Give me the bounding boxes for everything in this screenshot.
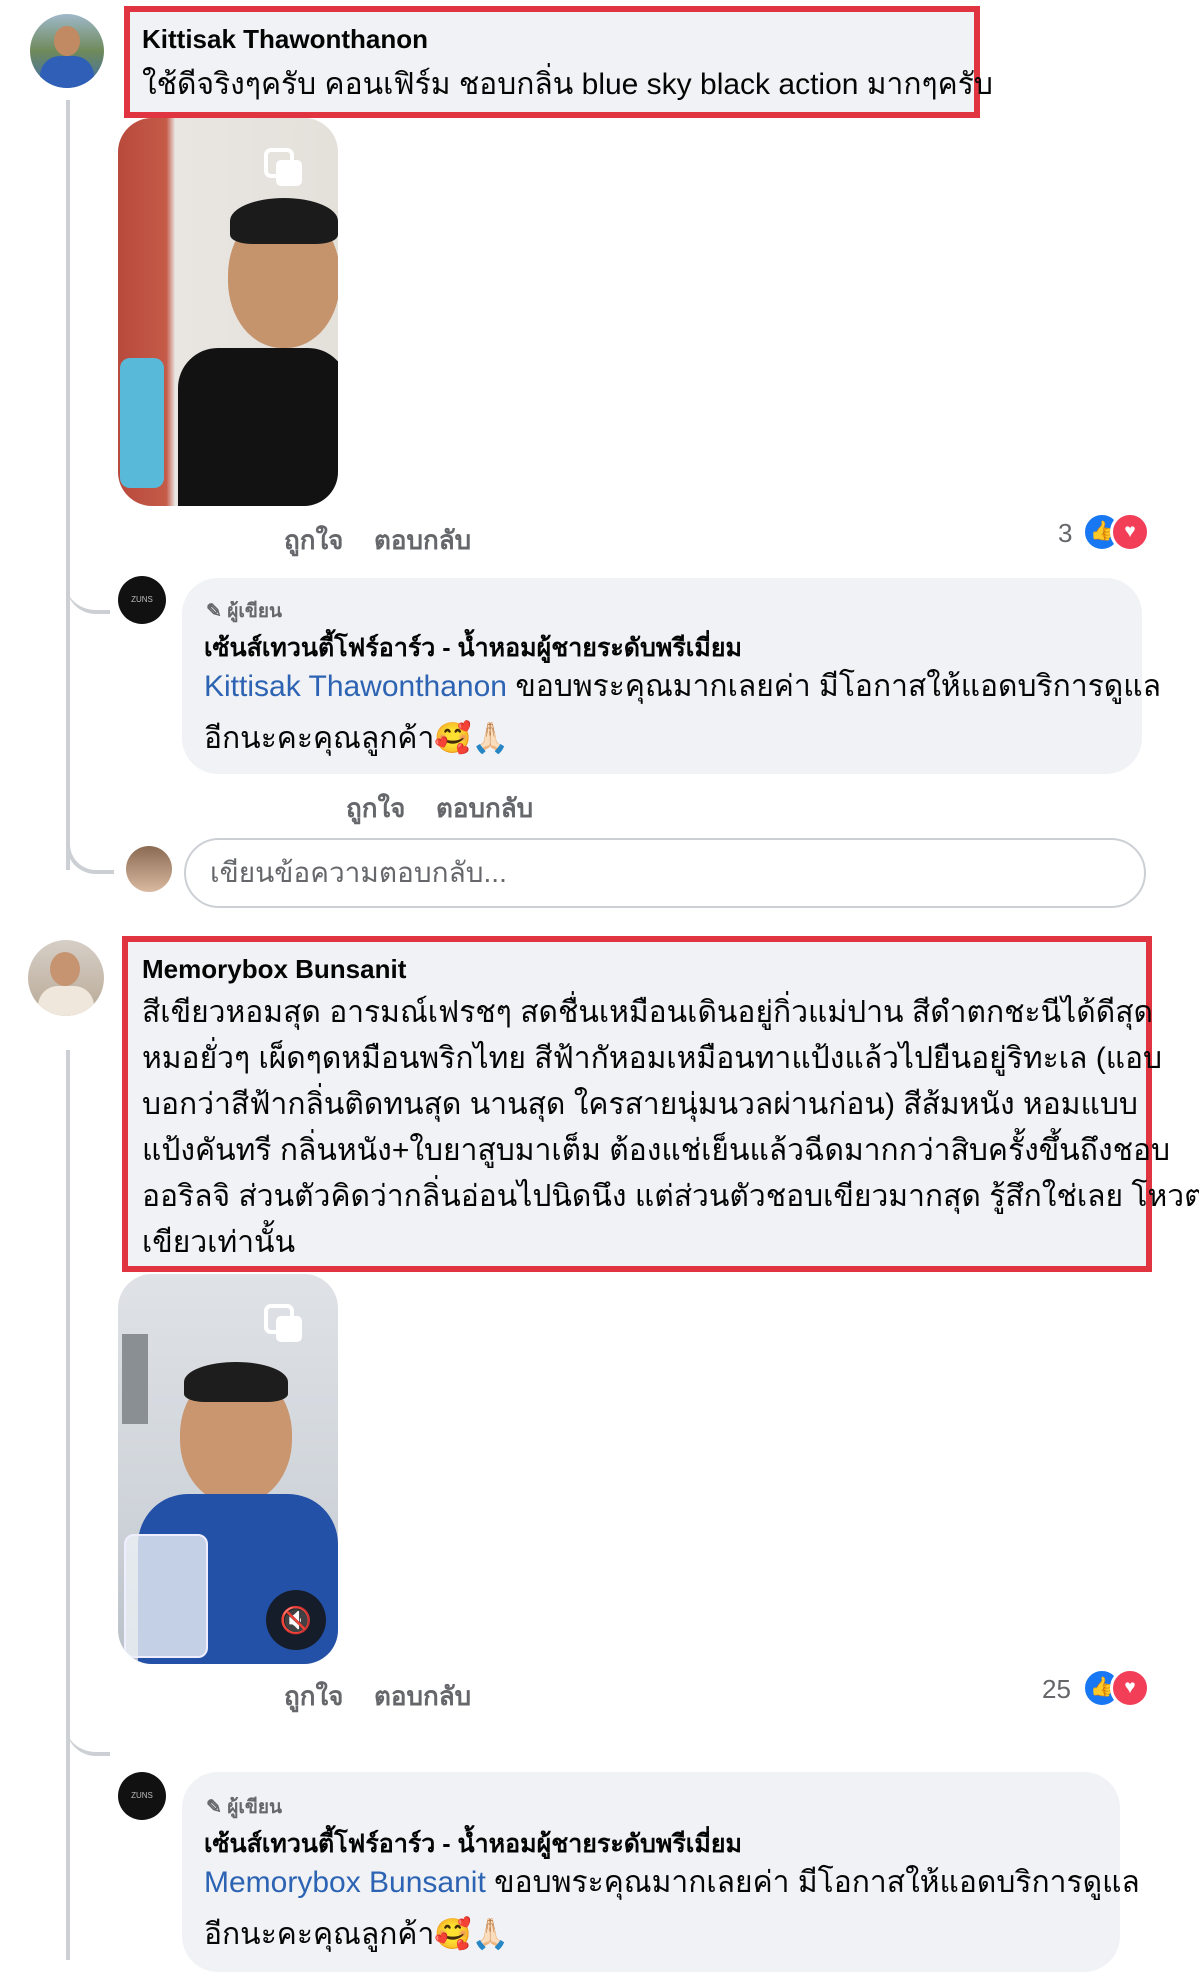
reaction-count-2[interactable]: 25 xyxy=(1042,1674,1071,1705)
avatar-face xyxy=(54,26,80,56)
reaction-count-1[interactable]: 3 xyxy=(1058,518,1072,549)
copy-icon xyxy=(264,148,302,186)
video-thumbnail-1[interactable] xyxy=(118,118,338,506)
reply-text-2-line1: ขอบพระคุณมากเลยค่า มีโอกาสให้แอดบริการดู… xyxy=(485,1866,1140,1899)
comment-text-2-line: หมอยั่วๆ เผ็ดๆดหมือนพริกไทย สีฟ้ากัหอมเห… xyxy=(142,1042,1163,1075)
reply-text-1-line1: ขอบพระคุณมากเลยค่า มีโอกาสให้แอดบริการดู… xyxy=(506,670,1162,703)
thread-curve-1b xyxy=(66,830,114,874)
author-badge-2: ✎ ผู้เขียน xyxy=(206,1792,282,1822)
mention-link-1[interactable]: Kittisak Thawonthanon xyxy=(204,670,507,703)
reply-text-1-line2: อีกนะคะคุณลูกค้า🥰🙏🏻 xyxy=(204,722,510,755)
thread-curve-2a xyxy=(66,1712,110,1756)
avatar-memorybox[interactable] xyxy=(28,940,104,1016)
reply-like-button-1[interactable]: ถูกใจ xyxy=(346,788,405,829)
reply-page-name-2[interactable]: เซ้นส์เทวนตี้โฟร์อาร์ว - น้ำหอมผู้ชายระด… xyxy=(204,1824,742,1864)
reply-input[interactable]: เขียนข้อความตอบกลับ... xyxy=(184,838,1146,908)
avatar-page-2[interactable]: ZUNS xyxy=(118,1772,166,1820)
video-bottle xyxy=(120,358,164,488)
comment-text-2-line: ออริลจิ ส่วนตัวคิดว่ากลิ่นอ่อนไปนิดนึง แ… xyxy=(142,1180,1199,1213)
comment-text-2-line: เขียวเท่านั้น xyxy=(142,1226,296,1259)
avatar-page[interactable]: ZUNS xyxy=(118,576,166,624)
like-button-1[interactable]: ถูกใจ xyxy=(284,520,343,561)
comment-text-1: ใช้ดีจริงๆครับ คอนเฟิร์ม ชอบกลิ่น blue s… xyxy=(142,68,993,101)
reply-page-name-1[interactable]: เซ้นส์เทวนตี้โฟร์อาร์ว - น้ำหอมผู้ชายระด… xyxy=(204,628,742,668)
video-person-hair xyxy=(230,198,338,244)
copy-icon xyxy=(264,1304,302,1342)
reply-button-1[interactable]: ตอบกลับ xyxy=(374,520,471,561)
author-badge-label: ผู้เขียน xyxy=(227,601,282,622)
avatar-kittisak[interactable] xyxy=(30,14,104,88)
avatar-shirt-2 xyxy=(38,986,94,1016)
comment-text-2-line: แป้งคันทรี กลิ่นหนัง+ใบยาสูบมาเต็ม ต้องแ… xyxy=(142,1134,1171,1167)
thread-curve-1a xyxy=(66,560,110,614)
comment-text-2: สีเขียวหอมสุด อารมณ์เฟรชๆ สดชื่นเหมือนเด… xyxy=(142,990,1199,1266)
pencil-icon: ✎ xyxy=(206,1797,228,1818)
video-window xyxy=(122,1334,148,1424)
mute-icon[interactable]: 🔇 xyxy=(266,1590,326,1650)
author-badge-1: ✎ ผู้เขียน xyxy=(206,596,282,626)
love-reaction-icon: ♥ xyxy=(1110,512,1150,552)
comment-text-2-line: สีเขียวหอมสุด อารมณ์เฟรชๆ สดชื่นเหมือนเด… xyxy=(142,996,1153,1029)
reply-button-2[interactable]: ตอบกลับ xyxy=(374,1676,471,1717)
reply-text-2: Memorybox Bunsanit ขอบพระคุณมากเลยค่า มี… xyxy=(204,1860,1140,1906)
reply-reply-button-1[interactable]: ตอบกลับ xyxy=(436,788,533,829)
video-thumbnail-2[interactable]: 🔇 xyxy=(118,1274,338,1664)
reply-text-1: Kittisak Thawonthanon ขอบพระคุณมากเลยค่า… xyxy=(204,664,1161,710)
pencil-icon: ✎ xyxy=(206,601,228,622)
video-person-body xyxy=(178,348,338,506)
reply-text-2-line2: อีกนะคะคุณลูกค้า🥰🙏🏻 xyxy=(204,1918,510,1951)
love-reaction-icon: ♥ xyxy=(1110,1668,1150,1708)
like-button-2[interactable]: ถูกใจ xyxy=(284,1676,343,1717)
avatar-face-2 xyxy=(50,952,80,986)
comment-author-1[interactable]: Kittisak Thawonthanon xyxy=(142,24,428,55)
comment-author-2[interactable]: Memorybox Bunsanit xyxy=(142,954,406,985)
thread-line-2 xyxy=(66,1050,70,1960)
video-person-hair-2 xyxy=(184,1362,288,1402)
avatar-shirt xyxy=(40,56,94,88)
author-badge-label: ผู้เขียน xyxy=(227,1797,282,1818)
avatar-current-user xyxy=(126,846,172,892)
mention-link-2[interactable]: Memorybox Bunsanit xyxy=(204,1866,486,1899)
comment-text-2-line: บอกว่าสีฟ้ากลิ่นติดทนสุด นานสุด ใครสายนุ… xyxy=(142,1088,1138,1121)
video-bottle-2 xyxy=(124,1534,208,1658)
thread-line-1 xyxy=(66,100,70,870)
